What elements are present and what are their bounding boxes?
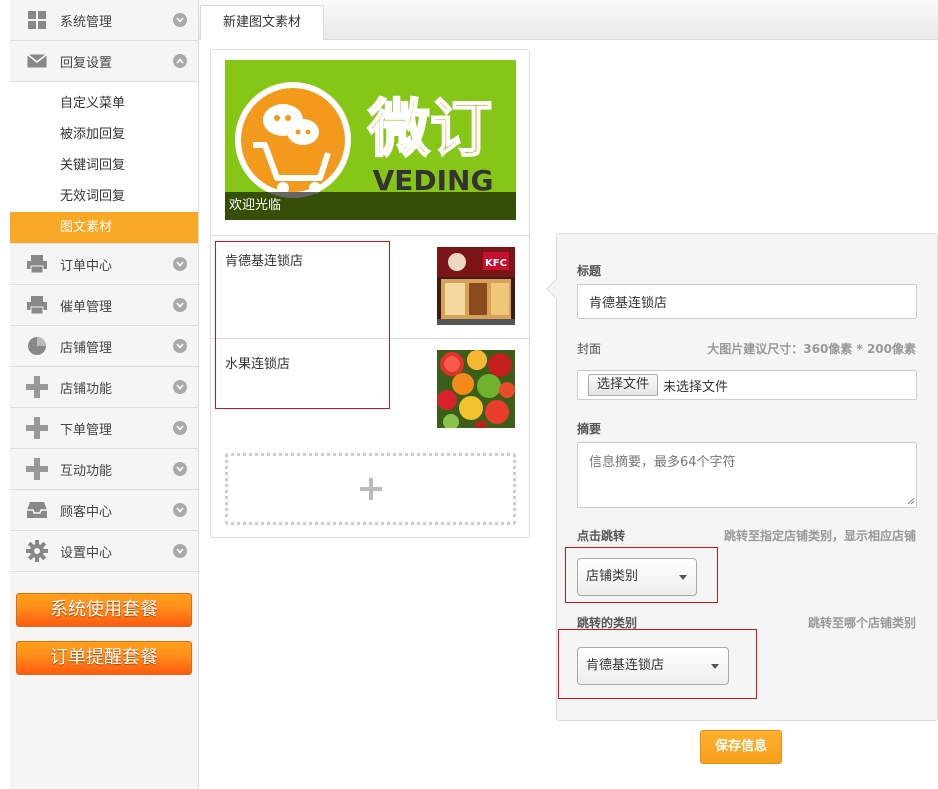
category-select[interactable]: 肯德基连锁店 bbox=[577, 647, 729, 685]
sidebar-item-settings[interactable]: 设置中心 bbox=[10, 531, 198, 572]
submenu-item-invalid-reply[interactable]: 无效词回复 bbox=[10, 181, 198, 212]
sidebar-item-system[interactable]: 系统管理 bbox=[10, 0, 198, 41]
pie-chart-icon bbox=[26, 335, 48, 357]
article-title: 水果连锁店 bbox=[225, 357, 291, 372]
inbox-icon bbox=[26, 499, 48, 521]
submenu-item-custom-menu[interactable]: 自定义菜单 bbox=[10, 88, 198, 119]
chevron-down-icon bbox=[173, 421, 187, 435]
chevron-down-icon bbox=[173, 503, 187, 517]
choose-file-button[interactable]: 选择文件 bbox=[588, 374, 659, 396]
title-label: 标题 bbox=[577, 264, 602, 278]
category-label: 跳转的类别 bbox=[577, 616, 638, 630]
article-edit-form: 标题 封面 大图片建议尺寸：360像素 * 200像素 选择文件 未选择文件 摘… bbox=[546, 233, 938, 721]
summary-label: 摘要 bbox=[577, 422, 602, 436]
sidebar-item-label: 系统管理 bbox=[60, 14, 113, 30]
grid-icon bbox=[26, 9, 48, 31]
chevron-down-icon bbox=[173, 13, 187, 27]
sidebar-item-customers[interactable]: 顾客中心 bbox=[10, 490, 198, 531]
category-value: 肯德基连锁店 bbox=[586, 658, 665, 673]
printer-icon bbox=[26, 294, 48, 316]
sidebar-item-reply[interactable]: 回复设置 bbox=[10, 41, 198, 82]
title-input[interactable] bbox=[577, 284, 917, 319]
file-status: 未选择文件 bbox=[663, 379, 729, 395]
sidebar-item-label: 店铺功能 bbox=[60, 381, 113, 397]
article-title: 肯德基连锁店 bbox=[225, 254, 304, 269]
reply-submenu: 自定义菜单 被添加回复 关键词回复 无效词回复 图文素材 bbox=[10, 82, 198, 244]
submenu-item-follow-reply[interactable]: 被添加回复 bbox=[10, 119, 198, 150]
kfc-thumbnail: KFC bbox=[437, 247, 515, 325]
panel-pointer bbox=[546, 279, 566, 299]
cover-article[interactable]: 微订 VEDING 欢迎光临 bbox=[225, 60, 516, 220]
cover-file-input: 选择文件 未选择文件 bbox=[577, 370, 917, 400]
sidebar-item-label: 顾客中心 bbox=[60, 504, 113, 520]
cover-size-hint: 大图片建议尺寸：360像素 * 200像素 bbox=[707, 342, 916, 356]
sidebar-item-label: 下单管理 bbox=[60, 422, 113, 438]
chevron-down-icon bbox=[173, 339, 187, 353]
printer-icon bbox=[26, 253, 48, 275]
order-reminder-package-button[interactable]: 订单提醒套餐 bbox=[16, 641, 192, 675]
caret-down-icon bbox=[711, 664, 719, 669]
jump-type-value: 店铺类别 bbox=[586, 569, 639, 584]
sidebar-item-label: 订单中心 bbox=[60, 258, 113, 274]
envelope-icon bbox=[26, 50, 48, 72]
article-item[interactable]: 肯德基连锁店 KFC bbox=[211, 235, 529, 338]
submenu-item-news-material[interactable]: 图文素材 bbox=[10, 212, 198, 243]
plus-icon bbox=[26, 458, 48, 480]
summary-textarea[interactable] bbox=[577, 442, 917, 508]
sidebar-item-label: 互动功能 bbox=[60, 463, 113, 479]
svg-text:KFC: KFC bbox=[485, 258, 507, 269]
sidebar-item-label: 催单管理 bbox=[60, 299, 113, 315]
gear-icon bbox=[26, 540, 48, 562]
chevron-down-icon bbox=[173, 462, 187, 476]
system-package-button[interactable]: 系统使用套餐 bbox=[16, 593, 192, 627]
sidebar-item-orders[interactable]: 订单中心 bbox=[10, 244, 198, 285]
sidebar-item-urge[interactable]: 催单管理 bbox=[10, 285, 198, 326]
fruit-thumbnail bbox=[437, 350, 515, 428]
article-list-panel: 微订 VEDING 欢迎光临 肯德基连锁店 KFC 水果连锁店 bbox=[210, 49, 530, 538]
save-button[interactable]: 保存信息 bbox=[700, 730, 782, 764]
submenu-item-keyword-reply[interactable]: 关键词回复 bbox=[10, 150, 198, 181]
chevron-up-icon bbox=[173, 54, 187, 68]
tab-bar: 新建图文素材 bbox=[199, 0, 938, 40]
plus-icon bbox=[26, 417, 48, 439]
plus-icon bbox=[359, 478, 382, 500]
plus-icon bbox=[26, 376, 48, 398]
chevron-down-icon bbox=[173, 257, 187, 271]
sidebar-item-label: 设置中心 bbox=[60, 545, 113, 561]
sidebar-item-ordering[interactable]: 下单管理 bbox=[10, 408, 198, 449]
cover-label: 封面 bbox=[577, 342, 602, 356]
sidebar-item-store[interactable]: 店铺管理 bbox=[10, 326, 198, 367]
chevron-down-icon bbox=[173, 544, 187, 558]
svg-text:微订: 微订 bbox=[367, 92, 492, 165]
sidebar: 系统管理 回复设置 自定义菜单 被添加回复 关键词回复 无效词回复 图文素材 订… bbox=[10, 0, 199, 789]
cover-caption: 欢迎光临 bbox=[225, 192, 516, 220]
chevron-down-icon bbox=[173, 298, 187, 312]
resize-handle-icon bbox=[907, 497, 915, 505]
jump-label: 点击跳转 bbox=[577, 529, 626, 543]
jump-hint: 跳转至指定店铺类别，显示相应店铺 bbox=[723, 529, 916, 543]
jump-type-select[interactable]: 店铺类别 bbox=[577, 558, 697, 596]
sidebar-item-store-features[interactable]: 店铺功能 bbox=[10, 367, 198, 408]
sidebar-item-label: 回复设置 bbox=[60, 55, 113, 71]
category-hint: 跳转至哪个店铺类别 bbox=[807, 616, 916, 630]
add-article-button[interactable] bbox=[225, 453, 516, 525]
caret-down-icon bbox=[679, 575, 687, 580]
article-item[interactable]: 水果连锁店 bbox=[211, 338, 529, 441]
sidebar-item-interaction[interactable]: 互动功能 bbox=[10, 449, 198, 490]
tab-new-article[interactable]: 新建图文素材 bbox=[200, 5, 324, 40]
sidebar-item-label: 店铺管理 bbox=[60, 340, 113, 356]
chevron-down-icon bbox=[173, 380, 187, 394]
